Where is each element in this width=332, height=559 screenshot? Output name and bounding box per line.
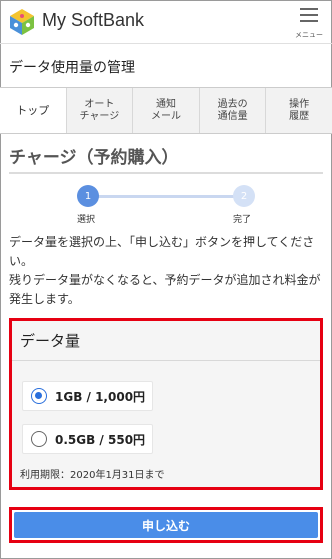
step-1-indicator: 1 — [77, 185, 99, 207]
tab-past-usage[interactable]: 過去の 通信量 — [198, 88, 266, 133]
instructions: データ量を選択の上、「申し込む」ボタンを押してください。 残りデータ量がなくなる… — [9, 233, 327, 309]
menu-label: メニュー — [295, 31, 323, 39]
tab-auto-charge[interactable]: オート チャージ — [65, 88, 133, 133]
option-label: 0.5GB / 550円 — [55, 432, 146, 447]
stepper-line — [88, 195, 244, 198]
radio-unselected-icon[interactable] — [31, 431, 47, 447]
data-option-1gb[interactable]: 1GB / 1,000円 — [22, 381, 153, 411]
instruction-line-1: データ量を選択の上、「申し込む」ボタンを押してください。 — [9, 235, 315, 268]
data-amount-panel: データ量 1GB / 1,000円 0.5GB / 550円 利用期限：2020… — [9, 318, 323, 490]
tab-label: 過去の 通信量 — [217, 98, 248, 122]
step-2-label: 完了 — [233, 215, 252, 225]
data-amount-heading: データ量 — [20, 332, 81, 350]
app-header: My SoftBank メニュー — [0, 0, 332, 44]
option-label: 1GB / 1,000円 — [55, 389, 146, 404]
menu-button[interactable]: メニュー — [294, 6, 324, 40]
tab-label: 通知 メール — [150, 98, 181, 122]
tab-top[interactable]: トップ — [0, 88, 66, 133]
tab-operation-history[interactable]: 操作 履歴 — [265, 88, 332, 133]
step-1-label: 選択 — [77, 215, 96, 225]
tab-label: トップ — [16, 103, 50, 117]
data-option-0-5gb[interactable]: 0.5GB / 550円 — [22, 424, 153, 454]
hamburger-menu-icon — [300, 8, 318, 26]
radio-selected-icon[interactable] — [31, 388, 47, 404]
expiry-note: 利用期限：2020年1月31日まで — [20, 470, 165, 481]
instruction-line-2: 残りデータ量がなくなると、予約データが追加され料金が発生します。 — [9, 273, 321, 306]
app-title[interactable]: My SoftBank — [42, 10, 144, 31]
apply-button[interactable]: 申し込む — [14, 512, 318, 538]
softbank-logo-icon[interactable] — [8, 8, 36, 36]
tab-notification-mail[interactable]: 通知 メール — [132, 88, 199, 133]
submit-highlight: 申し込む — [9, 507, 323, 543]
section-divider — [9, 172, 323, 174]
step-2-indicator: 2 — [233, 185, 255, 207]
page-title: データ使用量の管理 — [9, 60, 135, 76]
data-amount-header: データ量 — [12, 321, 320, 361]
tab-bar: トップ オート チャージ 通知 メール 過去の 通信量 操作 履歴 — [0, 87, 332, 134]
section-title: チャージ（予約購入） — [9, 148, 179, 168]
tab-label: 操作 履歴 — [289, 98, 310, 122]
tab-label: オート チャージ — [79, 98, 120, 122]
